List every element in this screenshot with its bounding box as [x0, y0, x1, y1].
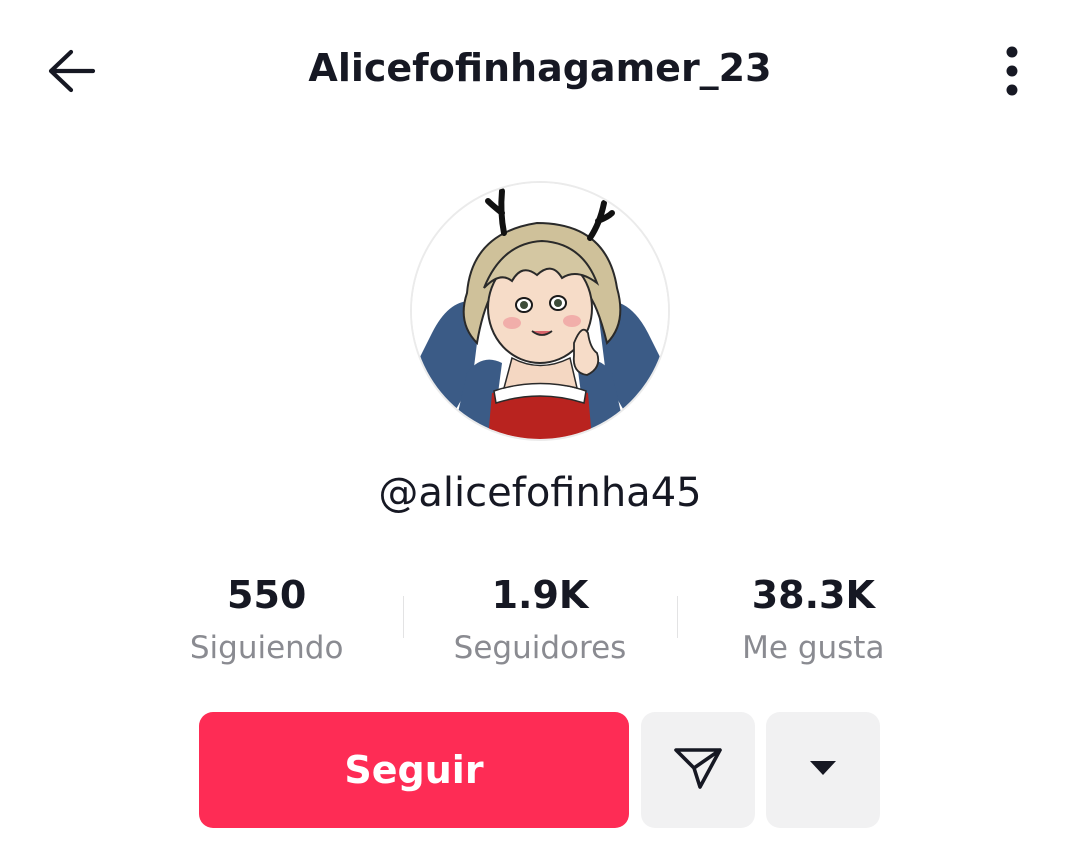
profile-stats: 550 Siguiendo 1.9K Seguidores 38.3K Me g…	[130, 568, 950, 678]
stats-divider	[403, 596, 404, 638]
top-bar: Alicefofinhagamer_23	[0, 0, 1080, 145]
likes-label: Me gusta	[742, 630, 885, 666]
profile-handle: @alicefofinha45	[378, 470, 702, 516]
stat-likes[interactable]: 38.3K Me gusta	[677, 568, 950, 678]
more-options-button[interactable]	[984, 40, 1040, 106]
send-icon	[672, 744, 724, 796]
message-button[interactable]	[641, 712, 755, 828]
profile-username-title: Alicefofinhagamer_23	[308, 46, 772, 90]
more-actions-dropdown-button[interactable]	[766, 712, 880, 828]
following-count: 550	[227, 573, 307, 617]
likes-count: 38.3K	[751, 573, 875, 617]
follow-button[interactable]: Seguir	[199, 712, 629, 828]
followers-count: 1.9K	[491, 573, 589, 617]
stat-following[interactable]: 550 Siguiendo	[130, 568, 403, 678]
more-vertical-icon	[1002, 46, 1022, 100]
arrow-left-icon	[45, 48, 97, 98]
stat-followers[interactable]: 1.9K Seguidores	[403, 568, 676, 678]
stats-divider	[677, 596, 678, 638]
profile-avatar-illustration	[412, 183, 668, 439]
caret-down-icon	[808, 758, 838, 782]
following-label: Siguiendo	[189, 630, 344, 666]
avatar[interactable]	[410, 181, 670, 441]
back-button[interactable]	[38, 40, 104, 106]
followers-label: Seguidores	[453, 630, 627, 666]
